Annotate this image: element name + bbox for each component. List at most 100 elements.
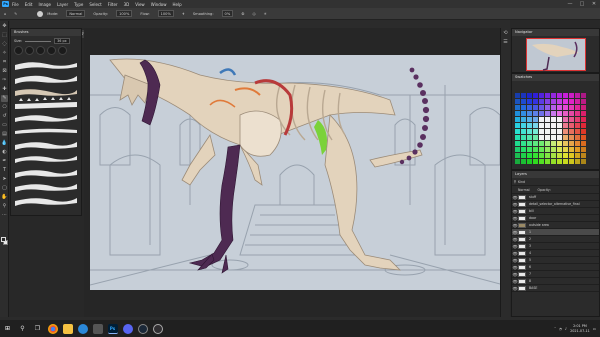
color-swatch[interactable] [527, 129, 532, 134]
stamp-tool-icon[interactable]: ⎔ [1, 104, 8, 111]
color-swatch[interactable] [521, 105, 526, 110]
color-swatch[interactable] [575, 153, 580, 158]
color-swatch[interactable] [575, 105, 580, 110]
color-swatch[interactable] [545, 141, 550, 146]
color-swatch[interactable] [557, 111, 562, 116]
color-swatch[interactable] [533, 147, 538, 152]
quick-select-tool-icon[interactable]: ✧ [1, 50, 8, 57]
color-swatch[interactable] [515, 129, 520, 134]
symmetry-icon[interactable]: ✳ [264, 12, 267, 16]
size-slider[interactable] [25, 40, 52, 42]
color-swatch[interactable] [539, 141, 544, 146]
color-swatch[interactable] [545, 153, 550, 158]
opacity-field[interactable]: 100% [116, 10, 133, 17]
layer-row[interactable]: 👁 4 [512, 250, 599, 257]
shape-tool-icon[interactable]: ▢ [1, 185, 8, 192]
color-swatch[interactable] [557, 159, 562, 164]
color-swatch[interactable] [563, 117, 568, 122]
color-swatch[interactable] [515, 135, 520, 140]
photoshop-icon[interactable]: Ps [107, 323, 118, 334]
layer-row[interactable]: 👁 outside area [512, 222, 599, 229]
color-swatch[interactable] [581, 111, 586, 116]
color-swatch[interactable] [569, 111, 574, 116]
color-swatch[interactable] [539, 159, 544, 164]
volume-icon[interactable]: ♪ [565, 327, 567, 331]
color-swatch[interactable] [515, 153, 520, 158]
layer-row[interactable]: 👁 3 [512, 243, 599, 250]
color-swatch[interactable] [551, 111, 556, 116]
chrome-icon[interactable] [47, 323, 58, 334]
color-swatch[interactable] [539, 147, 544, 152]
notification-icon[interactable]: ▭ [593, 327, 596, 331]
color-swatch[interactable] [575, 129, 580, 134]
navigator-thumbnail[interactable] [526, 38, 586, 71]
color-swatch[interactable] [551, 129, 556, 134]
color-swatch[interactable] [539, 105, 544, 110]
path-select-tool-icon[interactable]: ➤ [1, 176, 8, 183]
color-swatch[interactable] [557, 141, 562, 146]
color-swatch[interactable] [521, 147, 526, 152]
color-swatch[interactable] [545, 111, 550, 116]
healing-tool-icon[interactable]: ✚ [1, 86, 8, 93]
layer-row[interactable]: 👁 BASE [512, 285, 599, 292]
color-swatch[interactable] [545, 129, 550, 134]
color-swatch[interactable] [557, 93, 562, 98]
color-swatch[interactable] [575, 147, 580, 152]
color-swatch[interactable] [563, 135, 568, 140]
color-swatch[interactable] [563, 93, 568, 98]
color-swatch[interactable] [581, 105, 586, 110]
menu-window[interactable]: Window [151, 2, 167, 7]
color-swatch[interactable] [575, 123, 580, 128]
color-swatch[interactable] [515, 117, 520, 122]
color-swatch[interactable] [521, 159, 526, 164]
color-swatch[interactable] [575, 117, 580, 122]
color-swatch[interactable] [533, 99, 538, 104]
color-swatch[interactable] [533, 117, 538, 122]
color-swatch[interactable] [563, 99, 568, 104]
flow-field[interactable]: 100% [157, 10, 174, 17]
move-tool-icon[interactable]: ✥ [1, 23, 8, 30]
color-swatch[interactable] [575, 159, 580, 164]
color-swatch[interactable] [569, 123, 574, 128]
color-swatch[interactable] [551, 123, 556, 128]
file-explorer-icon[interactable] [62, 323, 73, 334]
color-swatch[interactable] [527, 111, 532, 116]
menu-type[interactable]: Type [74, 2, 83, 7]
menu-view[interactable]: View [135, 2, 145, 7]
recent-brush-item[interactable] [47, 46, 56, 55]
menu-select[interactable]: Select [89, 2, 101, 7]
color-swatch[interactable] [557, 129, 562, 134]
layer-row[interactable]: 👁 stuff [512, 194, 599, 201]
color-swatch[interactable] [527, 135, 532, 140]
smoothing-field[interactable]: 0% [221, 10, 234, 17]
color-swatch[interactable] [533, 111, 538, 116]
color-swatch[interactable] [563, 153, 568, 158]
recent-brush-item[interactable] [25, 46, 34, 55]
eyedropper-tool-icon[interactable]: ✑ [1, 77, 8, 84]
color-swatch[interactable] [527, 99, 532, 104]
color-swatch[interactable] [521, 135, 526, 140]
color-swatch[interactable] [563, 147, 568, 152]
color-swatch[interactable] [563, 159, 568, 164]
crop-tool-icon[interactable]: ⌗ [1, 59, 8, 66]
airbrush-icon[interactable]: ✈ [182, 12, 185, 16]
color-swatch[interactable] [545, 105, 550, 110]
color-swatch[interactable] [521, 99, 526, 104]
blend-mode-select[interactable]: Normal [518, 188, 530, 192]
color-swatch[interactable] [533, 135, 538, 140]
color-swatch[interactable] [539, 93, 544, 98]
obs-icon[interactable] [152, 323, 163, 334]
layer-row[interactable]: 👁 6 [512, 264, 599, 271]
color-swatch[interactable] [569, 105, 574, 110]
color-swatch[interactable] [569, 159, 574, 164]
color-swatch[interactable] [557, 123, 562, 128]
hand-tool-icon[interactable]: ✋ [1, 194, 8, 201]
color-swatch[interactable] [515, 147, 520, 152]
color-swatch[interactable] [515, 111, 520, 116]
color-swatch[interactable] [515, 93, 520, 98]
windows-start-icon[interactable]: ⊞ [3, 324, 13, 334]
brush-tool-preset-icon[interactable]: ✎ [14, 12, 17, 16]
color-swatch[interactable] [527, 153, 532, 158]
frame-tool-icon[interactable]: ⊠ [1, 68, 8, 75]
minimize-button[interactable]: — [564, 1, 576, 7]
